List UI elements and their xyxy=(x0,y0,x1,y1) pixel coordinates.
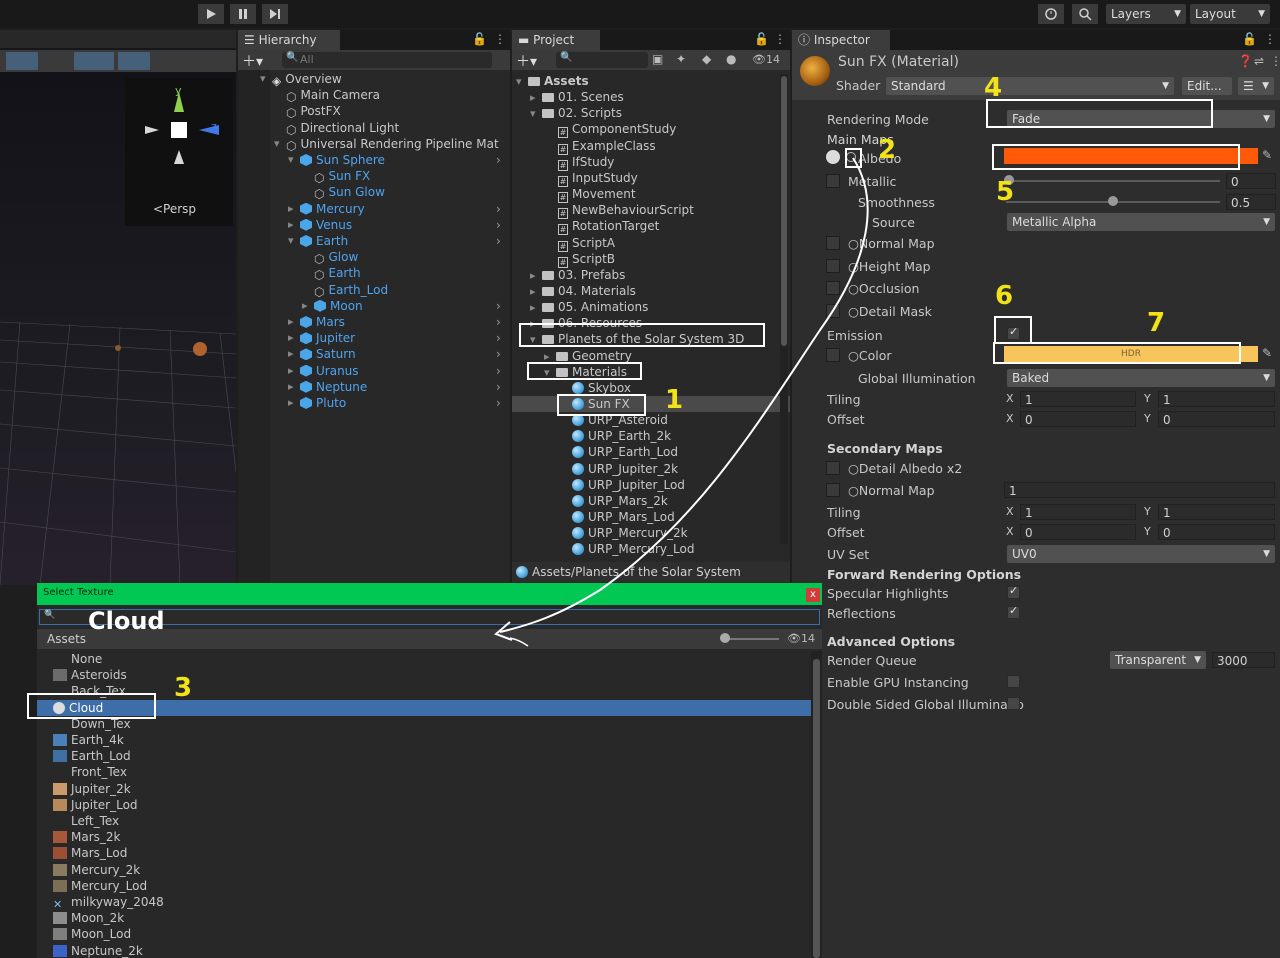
annotation-search-text: Cloud xyxy=(88,607,165,635)
annotation-number-2: 2 xyxy=(878,135,897,165)
annotation-number-5: 5 xyxy=(996,177,1015,207)
annotation-box-rendering-mode xyxy=(986,99,1213,128)
annotation-number-6: 6 xyxy=(995,281,1014,311)
annotation-number-4: 4 xyxy=(984,73,1003,103)
annotation-number-1: 1 xyxy=(665,385,684,415)
annotation-box-materials-folder xyxy=(527,362,642,380)
annotation-box-emission-color xyxy=(993,342,1241,364)
annotation-box-emission-checkbox xyxy=(994,316,1032,344)
annotation-box-albedo-picker xyxy=(845,148,862,168)
annotation-box-sun-fx xyxy=(557,394,646,416)
annotation-box-cloud xyxy=(27,693,156,719)
annotation-number-3: 3 xyxy=(174,673,193,703)
annotation-box-albedo-color xyxy=(992,144,1240,170)
annotation-box-planets-folder xyxy=(519,323,765,347)
annotation-number-7: 7 xyxy=(1147,308,1166,338)
